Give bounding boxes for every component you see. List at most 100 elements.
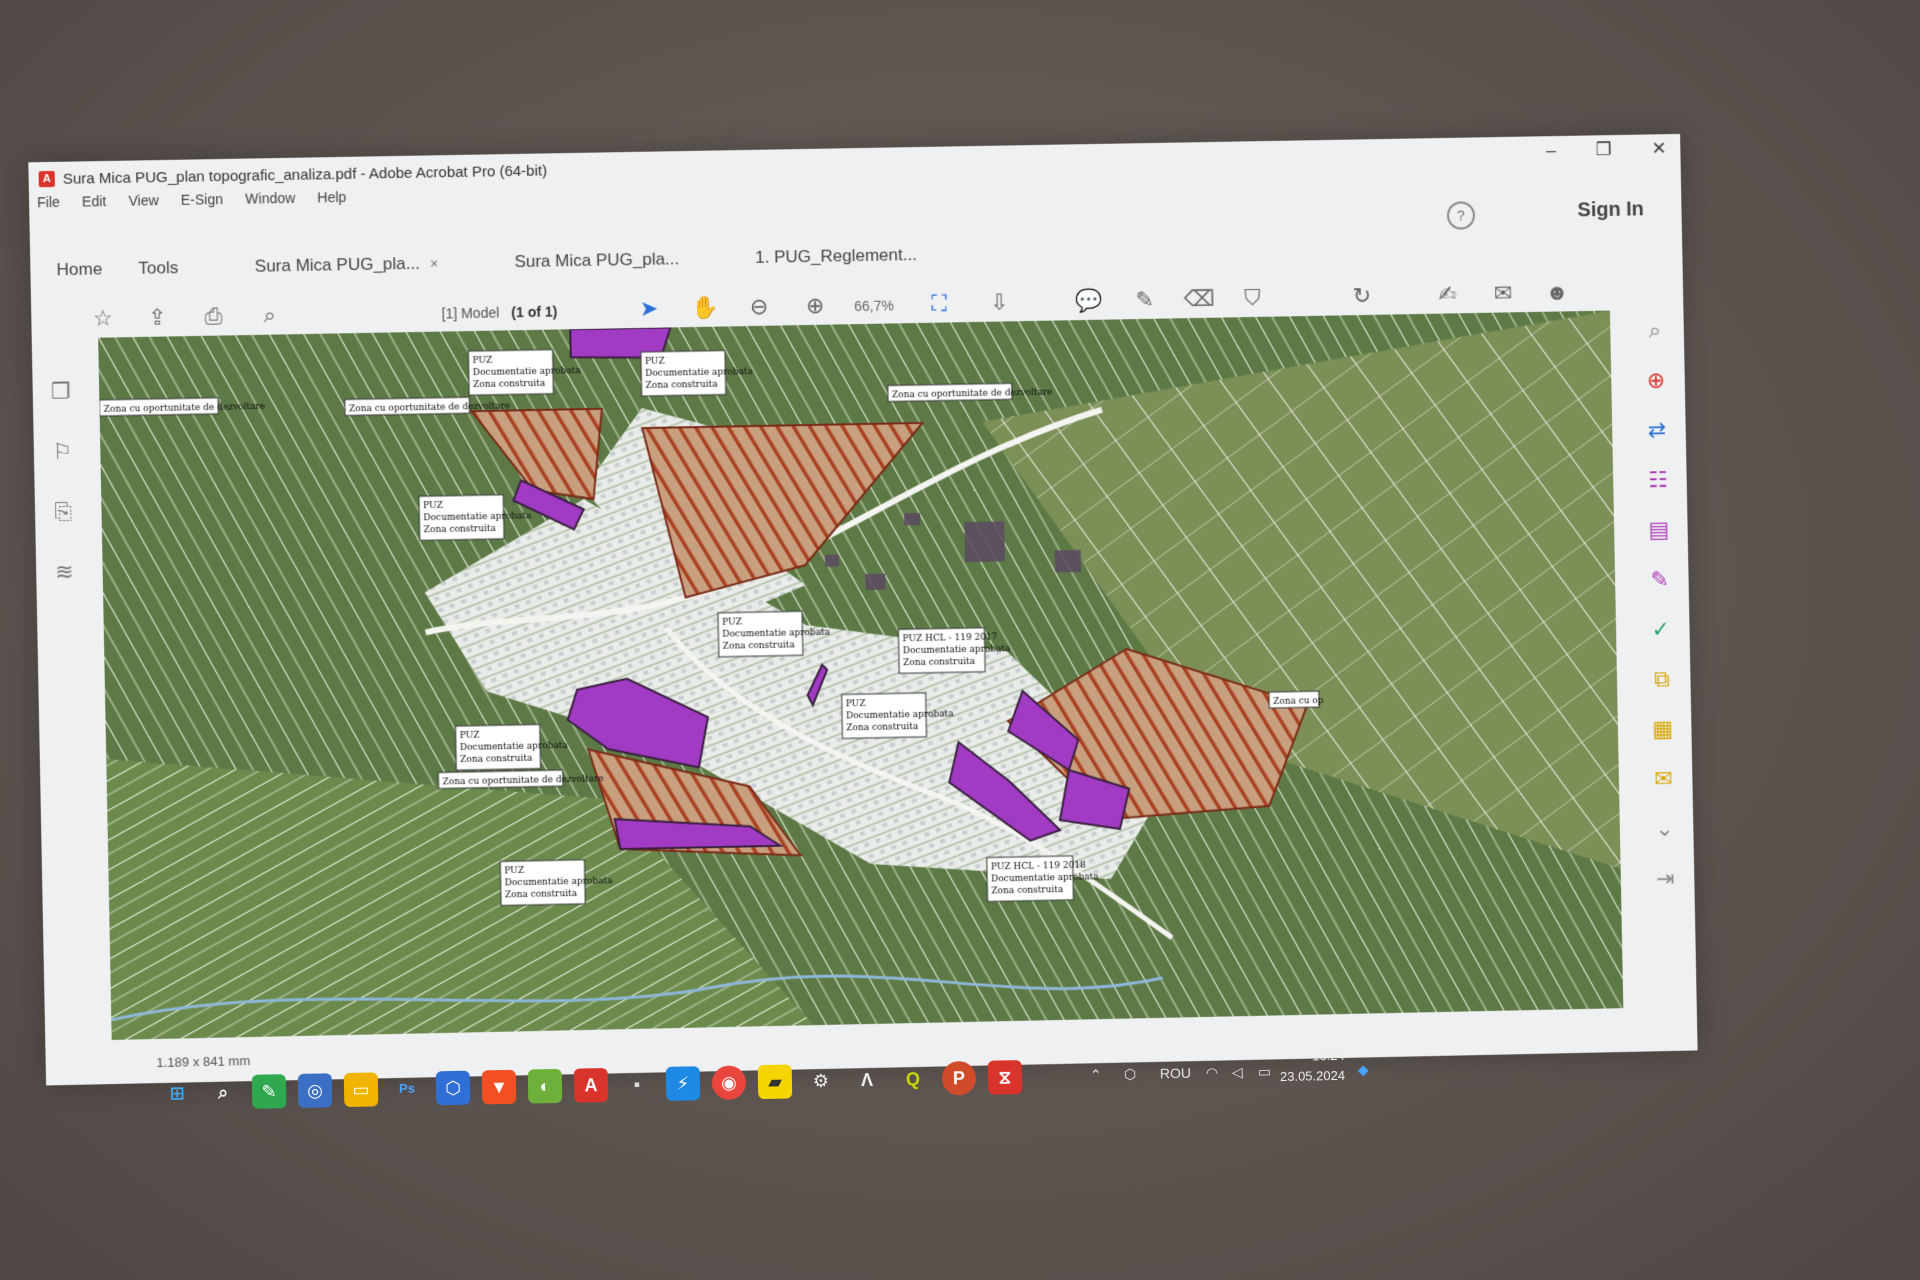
- language-indicator[interactable]: ROU: [1160, 1065, 1191, 1082]
- title-bar: A Sura Mica PUG_plan topografic_analiza.…: [28, 134, 1680, 197]
- left-navigation-rail: ❐ ⚐ ⎘ ≋: [32, 342, 104, 1045]
- menu-help[interactable]: Help: [317, 189, 346, 206]
- svg-text:Zona construita: Zona construita: [903, 657, 976, 668]
- account-icon[interactable]: ☻: [1542, 277, 1572, 307]
- menu-window[interactable]: Window: [245, 190, 295, 207]
- svg-text:PUZ: PUZ: [504, 866, 524, 876]
- window-title: Sura Mica PUG_plan topografic_analiza.pd…: [62, 161, 548, 188]
- search-icon[interactable]: ⌕: [254, 300, 285, 331]
- svg-text:Documentatie aprobata: Documentatie aprobata: [473, 366, 582, 378]
- svg-text:PUZ: PUZ: [460, 731, 480, 741]
- organize-pages-icon[interactable]: ☷: [1643, 467, 1673, 497]
- layout-name: [1] Model: [441, 304, 500, 322]
- menu-edit[interactable]: Edit: [82, 193, 107, 209]
- more-tools-icon[interactable]: ⌄: [1649, 816, 1679, 846]
- select-cursor-icon[interactable]: ➤: [634, 294, 665, 325]
- chrome-icon[interactable]: ◉: [711, 1065, 747, 1100]
- rotate-icon[interactable]: ↻: [1347, 281, 1377, 311]
- menu-esign[interactable]: E-Sign: [181, 191, 224, 208]
- battery-icon[interactable]: ▭: [1258, 1063, 1272, 1080]
- qgis-icon[interactable]: Q: [896, 1062, 931, 1097]
- zoom-out-icon[interactable]: ⊖: [744, 292, 775, 323]
- hand-tool-icon[interactable]: ✋: [690, 293, 721, 324]
- print-icon[interactable]: ⎙: [198, 301, 229, 332]
- page-thumbnails-icon[interactable]: ❐: [47, 378, 76, 407]
- powerpoint-icon[interactable]: P: [941, 1060, 977, 1096]
- zoom-level[interactable]: 66,7%: [854, 297, 894, 314]
- notification-bell-icon[interactable]: ◆: [1358, 1061, 1369, 1078]
- sign-in-button[interactable]: Sign In: [1577, 198, 1644, 222]
- svg-text:PUZ HCL - 119 2017: PUZ HCL - 119 2017: [903, 632, 998, 644]
- export-pdf-icon[interactable]: ⇄: [1642, 417, 1672, 447]
- app-icon-6[interactable]: Λ: [850, 1063, 885, 1098]
- app-icon-1[interactable]: ✎: [251, 1074, 287, 1109]
- acrobat-reader-icon[interactable]: A: [573, 1067, 609, 1103]
- page-count: (1 of 1): [511, 303, 558, 321]
- tray-chevron-icon[interactable]: ⌃: [1090, 1067, 1102, 1084]
- acrobat-app-icon: A: [38, 170, 55, 188]
- menu-view[interactable]: View: [128, 192, 159, 209]
- email-icon[interactable]: ✉: [1488, 278, 1518, 308]
- app-icon-4[interactable]: ▪: [620, 1067, 655, 1102]
- tray-dropbox-icon[interactable]: ⬡: [1124, 1066, 1137, 1083]
- scroll-mode-icon[interactable]: ⇩: [984, 287, 1015, 318]
- volume-icon[interactable]: ◁: [1232, 1064, 1243, 1081]
- tab-document-1[interactable]: Sura Mica PUG_pla... ×: [237, 253, 457, 277]
- settings-gear-icon[interactable]: ⚙: [804, 1064, 839, 1099]
- eraser-icon[interactable]: ⌫: [1183, 284, 1214, 314]
- sticky-notes-icon[interactable]: ▰: [757, 1064, 793, 1100]
- app-icon-5[interactable]: ⚡: [665, 1066, 701, 1101]
- stamp-icon[interactable]: ⛉: [1237, 283, 1267, 313]
- fill-sign-icon[interactable]: ✎: [1645, 567, 1675, 597]
- attachment-icon[interactable]: ⎘: [49, 499, 78, 528]
- dropbox-icon[interactable]: ⬡: [435, 1070, 471, 1106]
- tab-document-3[interactable]: 1. PUG_Reglement...: [737, 245, 935, 268]
- svg-text:Documentatie aprobata: Documentatie aprobata: [645, 367, 754, 379]
- tab-home[interactable]: Home: [38, 259, 120, 281]
- maximize-button[interactable]: ❐: [1596, 139, 1612, 160]
- search-tools-icon[interactable]: ⌕: [1640, 317, 1670, 347]
- svg-text:Documentatie aprobata: Documentatie aprobata: [460, 741, 569, 753]
- photoshop-icon[interactable]: Ps: [390, 1072, 425, 1107]
- svg-text:Documentatie aprobata: Documentatie aprobata: [903, 644, 1011, 656]
- taskbar-search-icon[interactable]: ⌕: [206, 1075, 241, 1110]
- edit-pdf-icon[interactable]: ▤: [1644, 517, 1674, 547]
- start-icon[interactable]: ⊞: [160, 1076, 195, 1111]
- page-indicator[interactable]: [1] Model (1 of 1): [441, 303, 557, 321]
- bookmark-icon[interactable]: ⚐: [48, 439, 77, 468]
- acrobat-pro-icon[interactable]: ⧖: [987, 1060, 1023, 1095]
- fit-page-icon[interactable]: ⛶: [924, 288, 955, 319]
- file-explorer-icon[interactable]: ▭: [343, 1072, 379, 1108]
- clock-time: 16:24: [1311, 1047, 1345, 1064]
- layers-icon[interactable]: ≋: [50, 559, 79, 588]
- zoom-in-icon[interactable]: ⊕: [800, 291, 831, 322]
- app-icon-3[interactable]: ◐: [527, 1068, 563, 1104]
- map-document-view[interactable]: Zona cu oportunitate de dezvoltare PUZ D…: [98, 310, 1624, 1040]
- brave-icon[interactable]: ▼: [481, 1069, 517, 1105]
- sign-icon[interactable]: ✍: [1432, 279, 1462, 309]
- map-label-14: Zona cu op: [1269, 691, 1324, 708]
- close-window-button[interactable]: ✕: [1651, 138, 1666, 159]
- minimize-button[interactable]: –: [1546, 140, 1556, 161]
- svg-text:Zona construita: Zona construita: [723, 640, 796, 651]
- tab-document-2[interactable]: Sura Mica PUG_pla...: [496, 249, 697, 273]
- clock[interactable]: 16:24 23.05.2024: [1279, 1046, 1345, 1087]
- compress-icon[interactable]: ▦: [1648, 716, 1678, 746]
- highlight-pen-icon[interactable]: ✎: [1130, 285, 1160, 315]
- app-icon-2[interactable]: ◎: [297, 1073, 333, 1108]
- comment-tool-icon[interactable]: ✉: [1648, 766, 1678, 796]
- create-pdf-icon[interactable]: ⊕: [1641, 367, 1671, 397]
- svg-text:Documentatie aprobata: Documentatie aprobata: [722, 628, 830, 640]
- close-tab-icon[interactable]: ×: [430, 255, 439, 271]
- menu-file[interactable]: File: [37, 194, 60, 210]
- wifi-icon[interactable]: ◠: [1206, 1064, 1219, 1081]
- combine-files-icon[interactable]: ⧉: [1647, 666, 1677, 696]
- comment-icon[interactable]: 💬: [1074, 286, 1105, 317]
- collapse-pane-icon[interactable]: ⇥: [1650, 865, 1680, 895]
- request-signature-icon[interactable]: ✓: [1646, 616, 1676, 646]
- upload-icon[interactable]: ⇪: [142, 302, 173, 333]
- star-icon[interactable]: ☆: [87, 303, 118, 334]
- svg-text:Documentatie aprobata: Documentatie aprobata: [423, 511, 532, 523]
- tab-document-1-label: Sura Mica PUG_pla...: [254, 253, 421, 276]
- tab-tools[interactable]: Tools: [120, 258, 197, 279]
